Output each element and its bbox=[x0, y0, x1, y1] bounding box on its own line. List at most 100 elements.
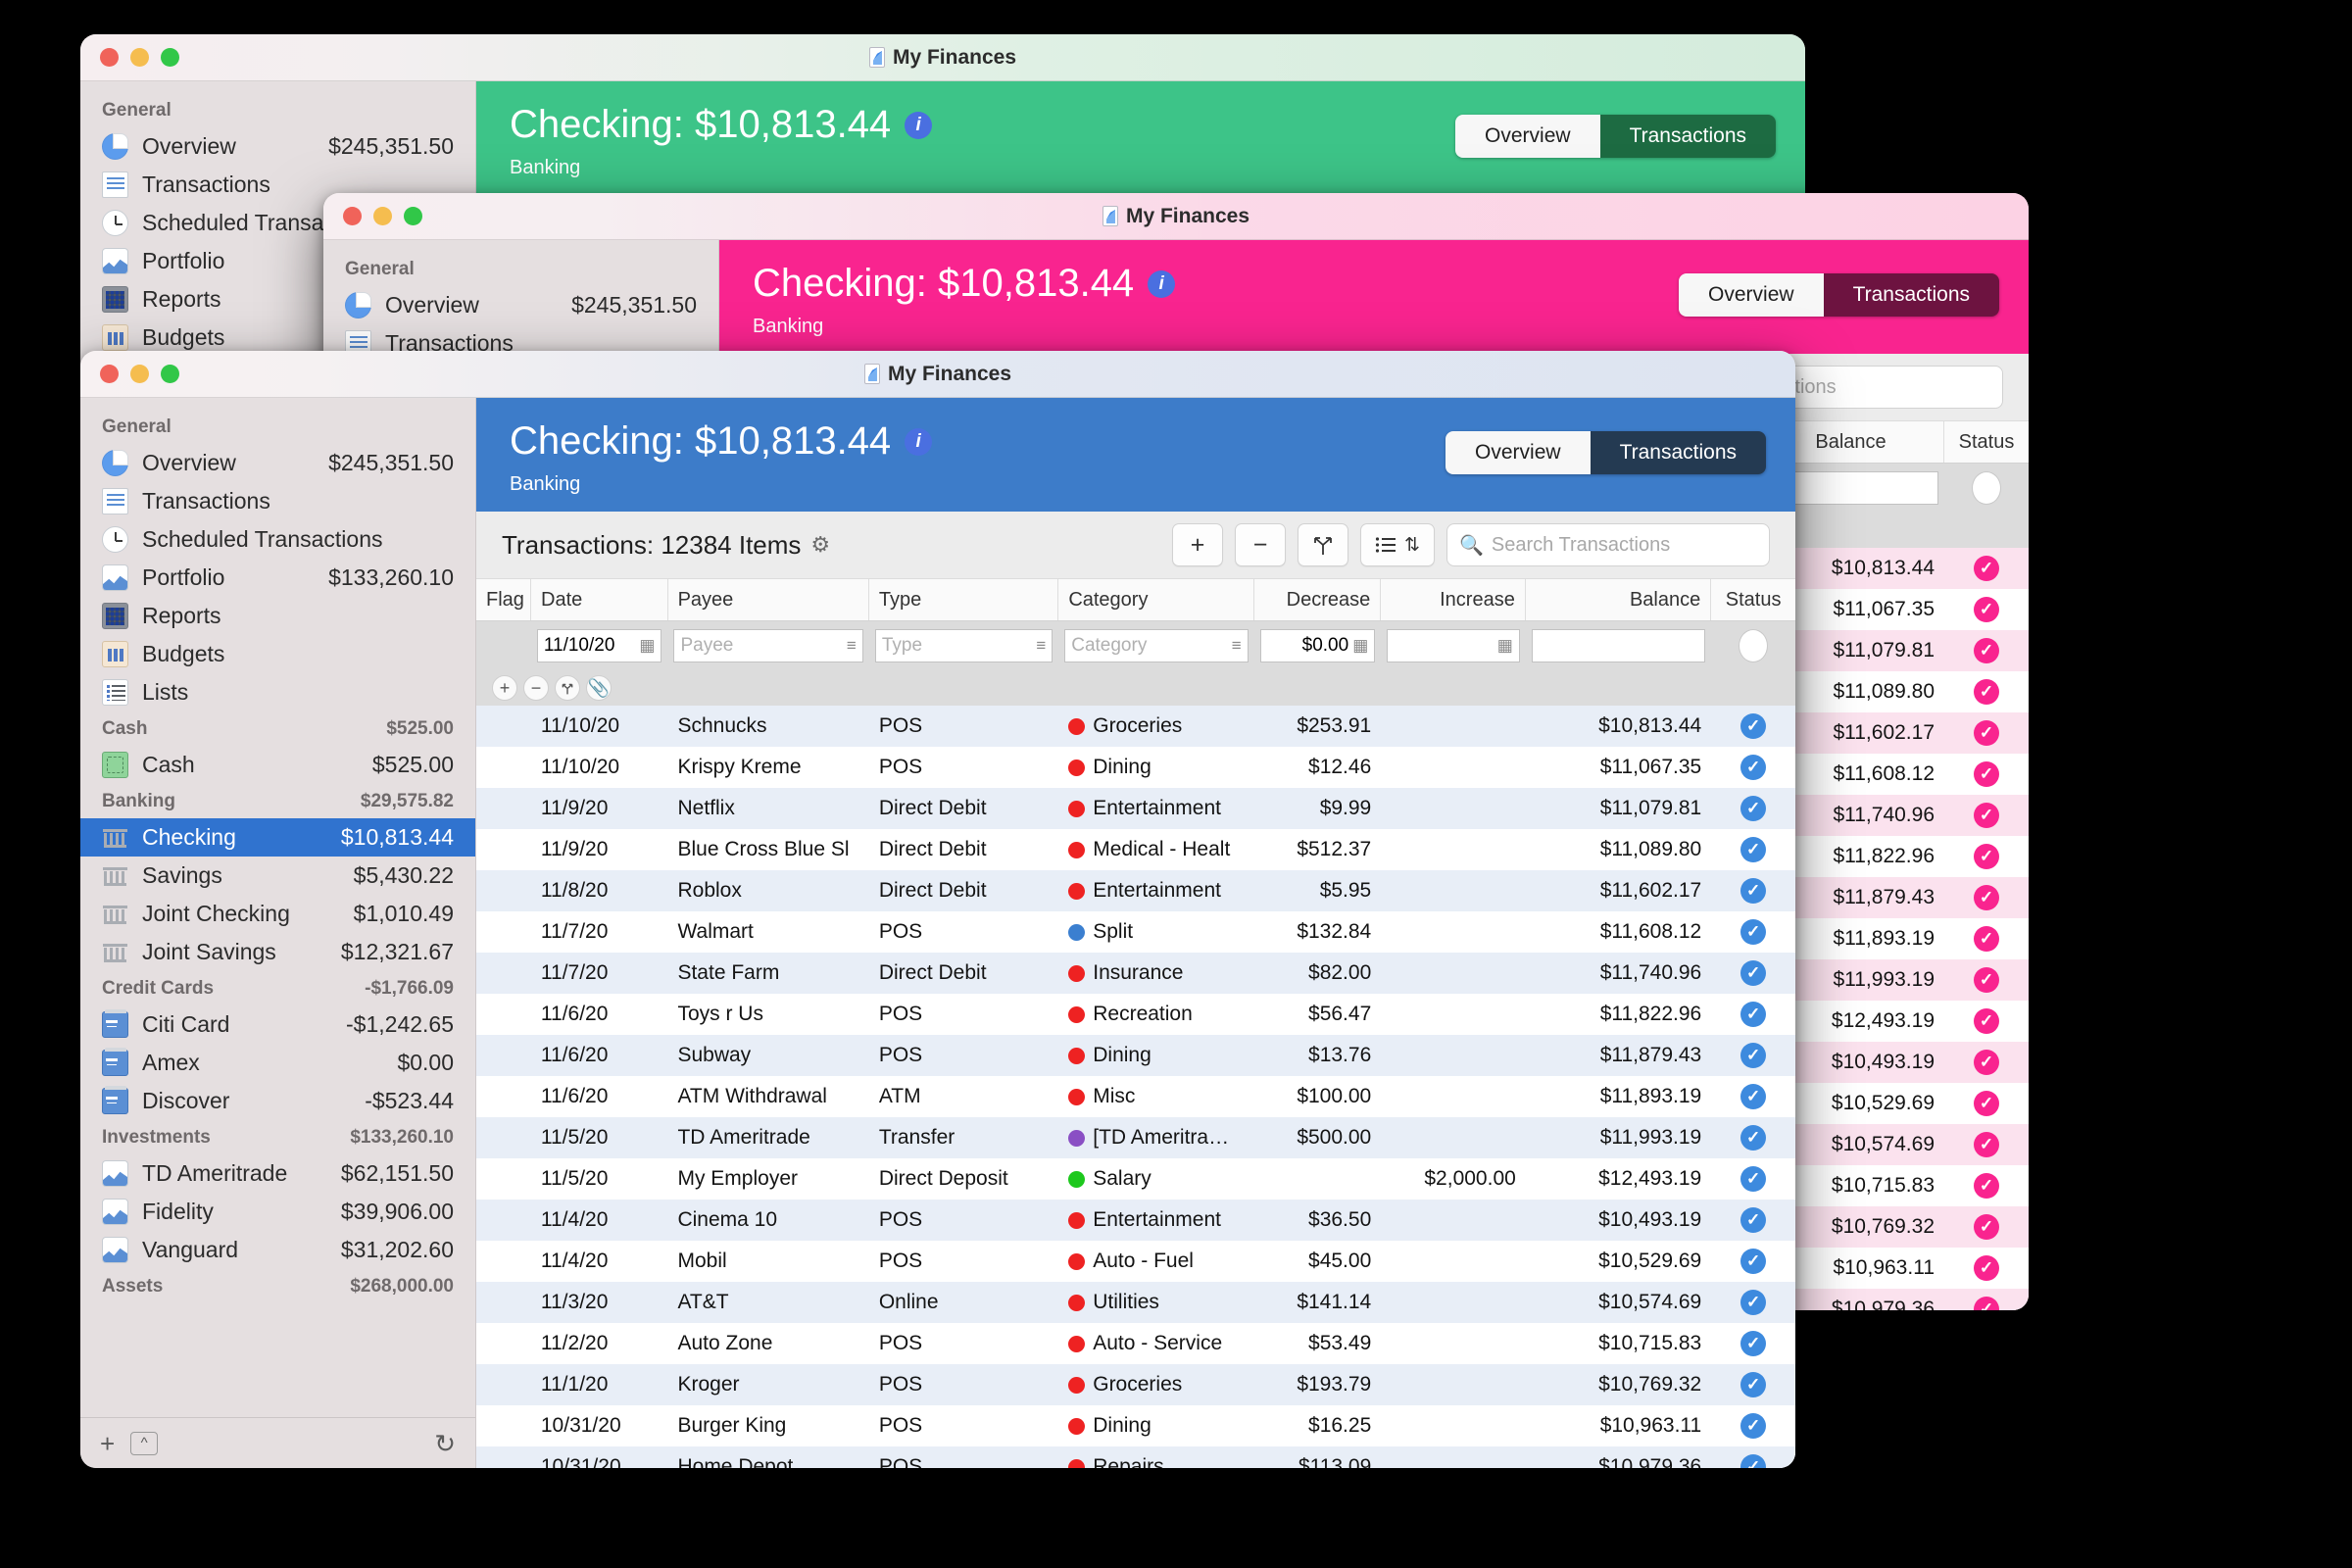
cleared-check-icon[interactable]: ✓ bbox=[1974, 1050, 1999, 1075]
calculator-icon[interactable]: ▦ bbox=[1352, 636, 1368, 656]
cell-status-pink[interactable]: ✓ bbox=[1944, 761, 2029, 787]
status-toggle-pink[interactable] bbox=[1972, 471, 2001, 505]
sidebar-item-overview[interactable]: Overview $245,351.50 bbox=[80, 444, 475, 482]
table-body[interactable]: 11/10/20 Schnucks POS Groceries $253.91 $10,8… bbox=[476, 706, 1795, 1468]
increase-field[interactable]: ▦ bbox=[1387, 629, 1520, 662]
category-field[interactable]: Category ≡ bbox=[1064, 629, 1249, 662]
column-header-balance[interactable]: Balance bbox=[1526, 579, 1712, 620]
table-row[interactable]: 11/1/20 Kroger POS Groceries $193.79 $10,769.… bbox=[476, 1364, 1795, 1405]
table-row[interactable]: 11/3/20 AT&T Online Utilities $141.14 $10,574… bbox=[476, 1282, 1795, 1323]
view-tabs-pink[interactable]: Overview Transactions bbox=[1679, 273, 1999, 317]
column-header-type[interactable]: Type bbox=[869, 579, 1059, 620]
tab-transactions[interactable]: Transactions bbox=[1590, 431, 1766, 474]
tab-overview[interactable]: Overview bbox=[1455, 115, 1600, 158]
sidebar-item-checking[interactable]: Checking $10,813.44 bbox=[80, 818, 475, 857]
cell-status[interactable]: ✓ bbox=[1711, 713, 1795, 739]
cleared-check-icon[interactable]: ✓ bbox=[1740, 1084, 1767, 1109]
cleared-check-icon[interactable]: ✓ bbox=[1974, 803, 1999, 828]
cell-status-pink[interactable]: ✓ bbox=[1944, 1214, 2029, 1240]
cleared-check-icon[interactable]: ✓ bbox=[1974, 1008, 1999, 1034]
split-transaction-button[interactable] bbox=[1298, 523, 1348, 566]
cell-status[interactable]: ✓ bbox=[1711, 1331, 1795, 1356]
sidebar-item-amex[interactable]: Amex $0.00 bbox=[80, 1044, 475, 1082]
sidebar-item-citi-card[interactable]: Citi Card -$1,242.65 bbox=[80, 1005, 475, 1044]
cell-status[interactable]: ✓ bbox=[1711, 919, 1795, 945]
sidebar-item-overview[interactable]: Overview $245,351.50 bbox=[323, 286, 718, 324]
cleared-check-icon[interactable]: ✓ bbox=[1740, 755, 1767, 780]
titlebar-pink[interactable]: My Finances bbox=[323, 193, 2029, 240]
cleared-check-icon[interactable]: ✓ bbox=[1974, 679, 1999, 705]
cleared-check-icon[interactable]: ✓ bbox=[1974, 597, 1999, 622]
sidebar-item-reports[interactable]: Reports bbox=[80, 597, 475, 635]
sidebar-item-discover[interactable]: Discover -$523.44 bbox=[80, 1082, 475, 1120]
cleared-check-icon[interactable]: ✓ bbox=[1740, 919, 1767, 945]
cell-status-pink[interactable]: ✓ bbox=[1944, 720, 2029, 746]
list-picker-icon[interactable]: ≡ bbox=[847, 636, 857, 656]
cleared-check-icon[interactable]: ✓ bbox=[1974, 556, 1999, 581]
table-row[interactable]: 11/6/20 ATM Withdrawal ATM Misc $100.00 $11,8… bbox=[476, 1076, 1795, 1117]
cleared-check-icon[interactable]: ✓ bbox=[1974, 1255, 1999, 1281]
cleared-check-icon[interactable]: ✓ bbox=[1740, 1125, 1767, 1151]
row-remove-button[interactable]: − bbox=[523, 675, 549, 701]
column-header-status[interactable]: Status bbox=[1711, 579, 1795, 620]
table-row[interactable]: 11/5/20 My Employer Direct Deposit Salary $2… bbox=[476, 1158, 1795, 1200]
cleared-check-icon[interactable]: ✓ bbox=[1740, 1413, 1767, 1439]
sidebar-item-cash[interactable]: Cash $525.00 bbox=[80, 746, 475, 784]
cell-status-pink[interactable]: ✓ bbox=[1944, 638, 2029, 663]
cleared-check-icon[interactable]: ✓ bbox=[1740, 1043, 1767, 1068]
cleared-check-icon[interactable]: ✓ bbox=[1740, 1454, 1767, 1468]
cleared-check-icon[interactable]: ✓ bbox=[1740, 1166, 1767, 1192]
row-add-button[interactable]: + bbox=[492, 675, 517, 701]
cell-status[interactable]: ✓ bbox=[1711, 837, 1795, 862]
cell-status-pink[interactable]: ✓ bbox=[1944, 1091, 2029, 1116]
column-header-decrease[interactable]: Decrease bbox=[1254, 579, 1382, 620]
titlebar-blue[interactable]: My Finances bbox=[80, 351, 1795, 398]
sidebar-blue[interactable]: General Overview $245,351.50 Transactions Sc… bbox=[80, 398, 476, 1468]
cleared-check-icon[interactable]: ✓ bbox=[1740, 1331, 1767, 1356]
info-icon[interactable]: i bbox=[905, 111, 933, 139]
tab-overview[interactable]: Overview bbox=[1679, 273, 1824, 317]
cell-status[interactable]: ✓ bbox=[1711, 1043, 1795, 1068]
cleared-check-icon[interactable]: ✓ bbox=[1974, 926, 1999, 952]
sidebar-item-savings[interactable]: Savings $5,430.22 bbox=[80, 857, 475, 895]
table-row[interactable]: 11/10/20 Schnucks POS Groceries $253.91 $10,8… bbox=[476, 706, 1795, 747]
table-row[interactable]: 11/7/20 Walmart POS Split $132.84 $11,608.12 ✓ bbox=[476, 911, 1795, 953]
calculator-icon[interactable]: ▦ bbox=[1497, 636, 1513, 656]
sidebar-item-overview[interactable]: Overview $245,351.50 bbox=[80, 127, 475, 166]
cleared-check-icon[interactable]: ✓ bbox=[1974, 1214, 1999, 1240]
sidebar-item-lists[interactable]: Lists bbox=[80, 673, 475, 711]
cleared-check-icon[interactable]: ✓ bbox=[1974, 1091, 1999, 1116]
add-account-button[interactable]: + bbox=[100, 1431, 115, 1456]
table-row[interactable]: 11/2/20 Auto Zone POS Auto - Service $53.49 $… bbox=[476, 1323, 1795, 1364]
table-row[interactable]: 11/10/20 Krispy Kreme POS Dining $12.46 $11,0… bbox=[476, 747, 1795, 788]
cleared-check-icon[interactable]: ✓ bbox=[1740, 1290, 1767, 1315]
cell-status[interactable]: ✓ bbox=[1711, 1166, 1795, 1192]
cell-status[interactable]: ✓ bbox=[1711, 1249, 1795, 1274]
cell-status[interactable]: ✓ bbox=[1711, 1372, 1795, 1397]
cell-status-pink[interactable]: ✓ bbox=[1944, 1008, 2029, 1034]
cell-status-pink[interactable]: ✓ bbox=[1944, 679, 2029, 705]
sidebar-item-joint-checking[interactable]: Joint Checking $1,010.49 bbox=[80, 895, 475, 933]
sidebar-item-td-ameritrade[interactable]: TD Ameritrade $62,151.50 bbox=[80, 1154, 475, 1193]
table-row[interactable]: 11/6/20 Toys r Us POS Recreation $56.47 $11,8… bbox=[476, 994, 1795, 1035]
type-field[interactable]: Type ≡ bbox=[874, 629, 1054, 662]
add-transaction-button[interactable]: + bbox=[1172, 523, 1223, 566]
gear-icon[interactable]: ⚙ bbox=[810, 532, 830, 558]
cell-status[interactable]: ✓ bbox=[1711, 1454, 1795, 1468]
list-picker-icon[interactable]: ≡ bbox=[1232, 636, 1242, 656]
tab-transactions[interactable]: Transactions bbox=[1823, 273, 1999, 317]
view-options-button[interactable]: ⇅ bbox=[1360, 523, 1435, 566]
sidebar-item-transactions[interactable]: Transactions bbox=[80, 482, 475, 520]
table-row[interactable]: 10/31/20 Home Depot POS Repairs $113.09 $10,9… bbox=[476, 1446, 1795, 1468]
cleared-check-icon[interactable]: ✓ bbox=[1740, 1002, 1767, 1027]
column-header-increase[interactable]: Increase bbox=[1381, 579, 1526, 620]
cleared-check-icon[interactable]: ✓ bbox=[1740, 1372, 1767, 1397]
column-header-date[interactable]: Date bbox=[531, 579, 668, 620]
sidebar-footer[interactable]: + ^ ↻ bbox=[80, 1417, 475, 1468]
cleared-check-icon[interactable]: ✓ bbox=[1974, 638, 1999, 663]
cell-status[interactable]: ✓ bbox=[1711, 1207, 1795, 1233]
cell-status-pink[interactable]: ✓ bbox=[1944, 1050, 2029, 1075]
cleared-check-icon[interactable]: ✓ bbox=[1974, 761, 1999, 787]
cell-status-pink[interactable]: ✓ bbox=[1944, 967, 2029, 993]
table-row[interactable]: 11/5/20 TD Ameritrade Transfer [TD Ameritra… bbox=[476, 1117, 1795, 1158]
